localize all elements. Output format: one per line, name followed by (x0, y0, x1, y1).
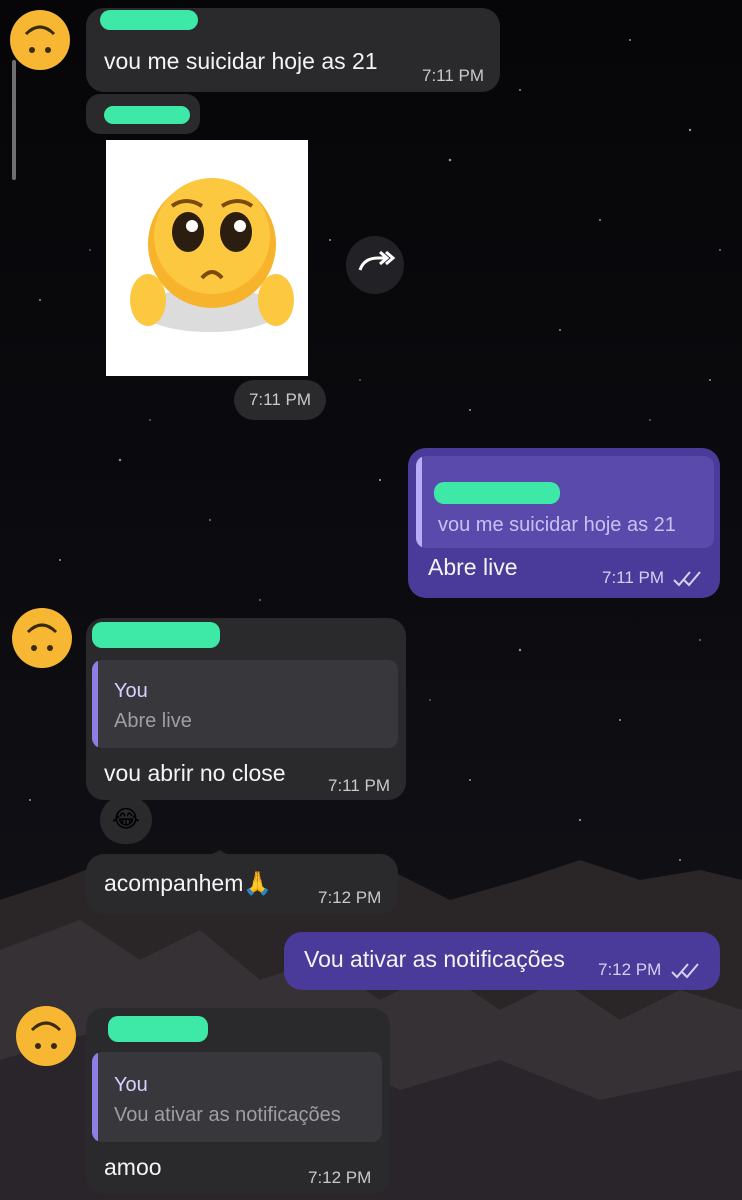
message-bubble[interactable]: vou me suicidar hoje as 21 7:11 PM (86, 8, 500, 92)
reply-preview[interactable]: You Vou ativar as notificações (92, 1052, 382, 1142)
pleading-face-sticker[interactable] (106, 140, 308, 376)
message-time: 7:11 PM (602, 568, 665, 587)
scrollbar[interactable] (12, 60, 16, 180)
message-bubble-outgoing[interactable]: Vou ativar as notificações 7:12 PM (284, 932, 720, 990)
message-text: vou me suicidar hoje as 21 (104, 48, 378, 74)
reply-text: Abre live (114, 710, 192, 732)
redacted-sender-name (92, 622, 220, 648)
message-time: 7:11 PM (422, 66, 485, 85)
redacted-sender-name (108, 1016, 208, 1042)
upside-down-face-icon (10, 10, 70, 70)
upside-down-face-icon (12, 608, 72, 668)
reply-preview[interactable]: You Abre live (92, 660, 398, 748)
redacted-sender-name (100, 10, 198, 30)
message-text: vou abrir no close (104, 760, 286, 786)
message-text: amoo (104, 1154, 162, 1180)
redacted-sender-name (104, 106, 190, 124)
message-bubble[interactable]: You Abre live vou abrir no close 7:11 PM (86, 618, 406, 800)
reply-sender: You (114, 1074, 148, 1096)
read-checks-icon (671, 963, 699, 979)
message-text: Vou ativar as notificações (304, 946, 565, 972)
reaction-emoji: 😂 (111, 806, 141, 833)
read-checks-icon (673, 571, 701, 587)
message-time: 7:12 PM (308, 1168, 372, 1187)
avatar[interactable] (8, 8, 72, 72)
redacted-sender-name (434, 482, 560, 504)
reaction-badge[interactable]: 😂 (100, 796, 152, 844)
sender-name-tag (86, 94, 200, 134)
sad-emoji-icon (130, 178, 294, 332)
avatar[interactable] (14, 1004, 78, 1068)
message-bubble[interactable]: acompanhem🙏 7:12 PM (86, 854, 398, 914)
message-bubble[interactable]: You Vou ativar as notificações amoo 7:12… (86, 1008, 390, 1194)
upside-down-face-icon (16, 1006, 76, 1066)
message-time: 7:12 PM (318, 888, 382, 907)
reply-text: vou me suicidar hoje as 21 (438, 514, 676, 536)
message-time: 7:11 PM (328, 776, 391, 795)
reply-bar (92, 1052, 98, 1142)
message-time: 7:12 PM (598, 960, 662, 979)
message-time: 7:11 PM (234, 380, 326, 420)
forward-button[interactable] (346, 236, 404, 294)
reply-bar (92, 660, 98, 748)
message-text: Abre live (428, 554, 518, 580)
forward-icon (358, 250, 396, 271)
avatar[interactable] (10, 606, 74, 670)
reply-bar (416, 456, 422, 548)
reply-text: Vou ativar as notificações (114, 1104, 341, 1126)
reply-sender: You (114, 680, 148, 702)
message-bubble-outgoing[interactable]: vou me suicidar hoje as 21 Abre live 7:1… (408, 448, 720, 598)
message-text: acompanhem🙏 (104, 870, 272, 896)
reply-preview[interactable]: vou me suicidar hoje as 21 (416, 456, 714, 548)
